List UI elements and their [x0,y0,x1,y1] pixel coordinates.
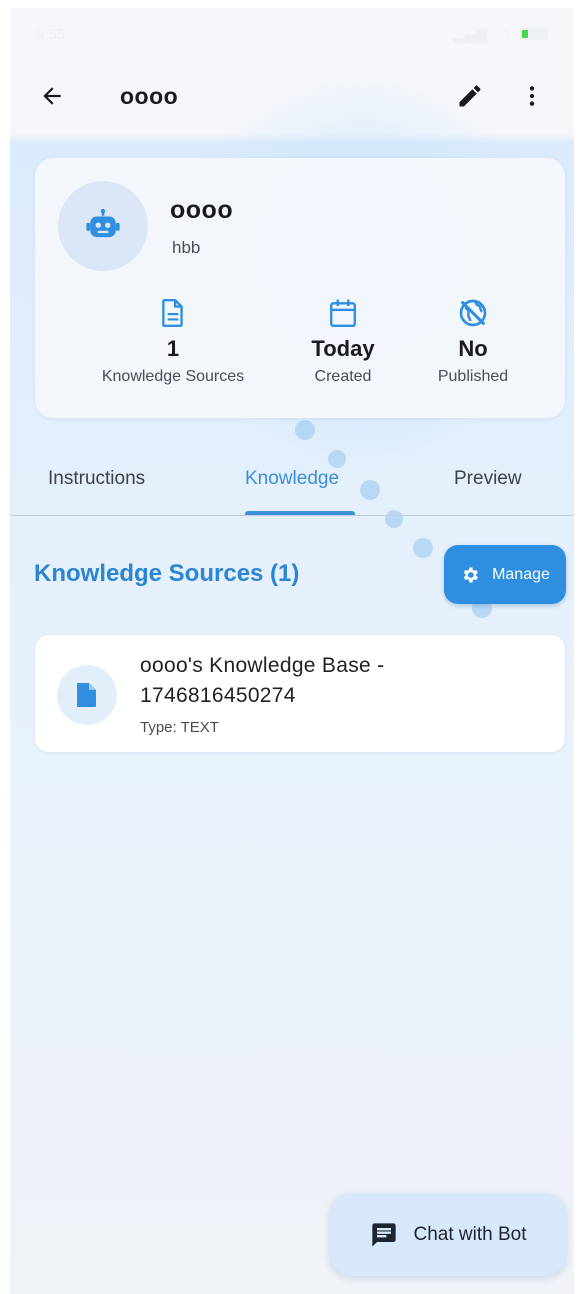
more-options-button[interactable] [512,76,552,116]
app-screen: 9:55 ▂▄▆ ◠ oooo oooo hbb 1 Knowledge Sou… [10,8,574,1294]
section-title: Knowledge Sources (1) [34,560,300,587]
edit-button[interactable] [450,76,490,116]
wifi-icon: ◠ [496,26,510,43]
status-bar: 9:55 ▂▄▆ ◠ [10,8,574,60]
gear-icon [463,567,479,582]
bot-description: hbb [172,238,201,257]
document-icon [162,298,183,328]
manage-button[interactable]: Manage [444,545,566,604]
pencil-icon [459,85,481,107]
avatar [58,181,148,271]
tab-preview[interactable]: Preview [454,468,522,490]
stat-published: No Published [383,296,563,386]
knowledge-source-card[interactable]: oooo's Knowledge Base - 1746816450274 Ty… [35,635,565,752]
source-title: oooo's Knowledge Base - 1746816450274 [140,654,385,707]
bot-profile-card: oooo hbb 1 Knowledge Sources Today Creat… [35,158,565,418]
more-vert-icon [529,86,535,106]
public-off-icon [459,299,487,327]
chat-with-bot-button[interactable]: Chat with Bot [330,1193,566,1276]
file-icon [77,683,96,707]
active-tab-indicator [245,511,355,515]
chat-icon [371,1222,396,1247]
battery-icon [520,28,548,40]
stat-knowledge-sources: 1 Knowledge Sources [83,296,263,386]
signal-icon: ▂▄▆ [453,26,487,43]
manage-label: Manage [492,565,550,583]
calendar-icon [330,299,356,328]
tab-bar: Instructions Knowledge Preview [10,454,574,516]
tab-knowledge[interactable]: Knowledge [245,468,339,490]
page-title: oooo [120,82,179,109]
robot-icon [86,208,120,238]
chat-with-bot-label: Chat with Bot [413,1223,527,1245]
app-bar: oooo [10,68,574,124]
bot-name: oooo [170,196,234,224]
stat-label: Published [437,368,509,385]
decor-dot [295,420,315,440]
arrow-back-icon [43,87,61,105]
stat-value: 1 [166,336,180,361]
status-icons: ▂▄▆ ◠ [453,25,548,43]
source-type: Type: TEXT [140,719,219,736]
status-time: 9:55 [36,25,66,43]
stat-value: No [458,336,488,361]
stat-label: Knowledge Sources [101,368,245,385]
tab-instructions[interactable]: Instructions [48,468,145,490]
source-icon-container [57,665,117,725]
decor-dot [413,538,433,558]
back-button[interactable] [32,76,72,116]
